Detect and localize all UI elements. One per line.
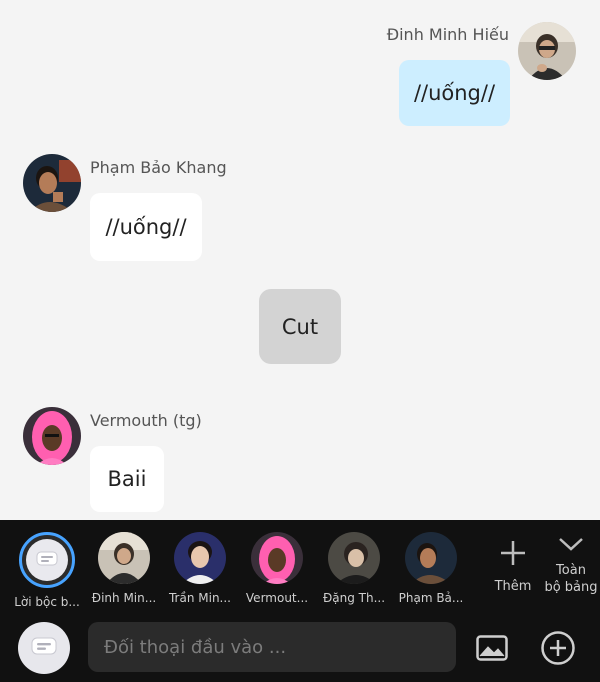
character-avatar: [98, 532, 150, 584]
message-bubble[interactable]: //uống//: [90, 193, 202, 261]
narration-selected-ring: [19, 532, 75, 588]
image-button[interactable]: [472, 628, 512, 668]
add-label: Thêm: [494, 579, 532, 594]
message-bubble[interactable]: Baii: [90, 446, 164, 512]
message-bubble-mine[interactable]: //uống//: [399, 60, 510, 126]
character-tran-minh[interactable]: Trần Min...: [165, 532, 235, 605]
chat-area: Đinh Minh Hiếu //uống// Phạm Bảo Khang /…: [0, 0, 600, 520]
character-label: Phạm Bả...: [398, 591, 464, 605]
character-vermouth[interactable]: Vermout...: [242, 532, 312, 605]
chat-bubble-icon: [31, 637, 57, 655]
narration-toggle-button[interactable]: [18, 622, 70, 674]
character-avatar: [328, 532, 380, 584]
character-bar: Lời bộc b... Đinh Min... Trần Min... Ver…: [0, 520, 600, 682]
character-label: Trần Min...: [168, 591, 231, 605]
character-label: Lời bộc b...: [14, 595, 80, 609]
character-label: Đinh Min...: [91, 591, 157, 605]
image-icon: [476, 635, 508, 661]
plus-icon: [501, 541, 525, 565]
add-content-button[interactable]: [538, 628, 578, 668]
avatar-pham-bao-khang[interactable]: [23, 154, 81, 212]
character-label: Vermout...: [245, 591, 309, 605]
add-character-button[interactable]: Thêm: [488, 538, 538, 595]
sender-name: Vermouth (tg): [90, 411, 202, 430]
expand-label-line2: bộ bảng: [544, 580, 598, 595]
character-dinh-minh-hieu[interactable]: Đinh Min...: [89, 532, 159, 605]
character-avatar: [405, 532, 457, 584]
scene-cut-message[interactable]: Cut: [259, 289, 341, 364]
plus-circle-icon: [541, 631, 575, 665]
character-narration[interactable]: Lời bộc b...: [12, 532, 82, 609]
character-avatar: [174, 532, 226, 584]
character-pham-bao[interactable]: Phạm Bả...: [396, 532, 466, 605]
sender-name: Phạm Bảo Khang: [90, 158, 227, 177]
dialogue-input[interactable]: [88, 622, 456, 672]
expand-label-line1: Toàn: [556, 563, 586, 578]
character-label: Đặng Th...: [322, 591, 386, 605]
chevron-down-icon: [559, 538, 583, 551]
input-row: [0, 618, 600, 682]
character-avatar: [251, 532, 303, 584]
expand-all-button[interactable]: Toàn bộ bảng: [540, 534, 600, 596]
avatar-vermouth[interactable]: [23, 407, 81, 465]
sender-name: Đinh Minh Hiếu: [386, 25, 509, 44]
chat-bubble-icon: [26, 539, 68, 581]
character-dang-th[interactable]: Đặng Th...: [319, 532, 389, 605]
avatar-dinh-minh-hieu[interactable]: [518, 22, 576, 80]
